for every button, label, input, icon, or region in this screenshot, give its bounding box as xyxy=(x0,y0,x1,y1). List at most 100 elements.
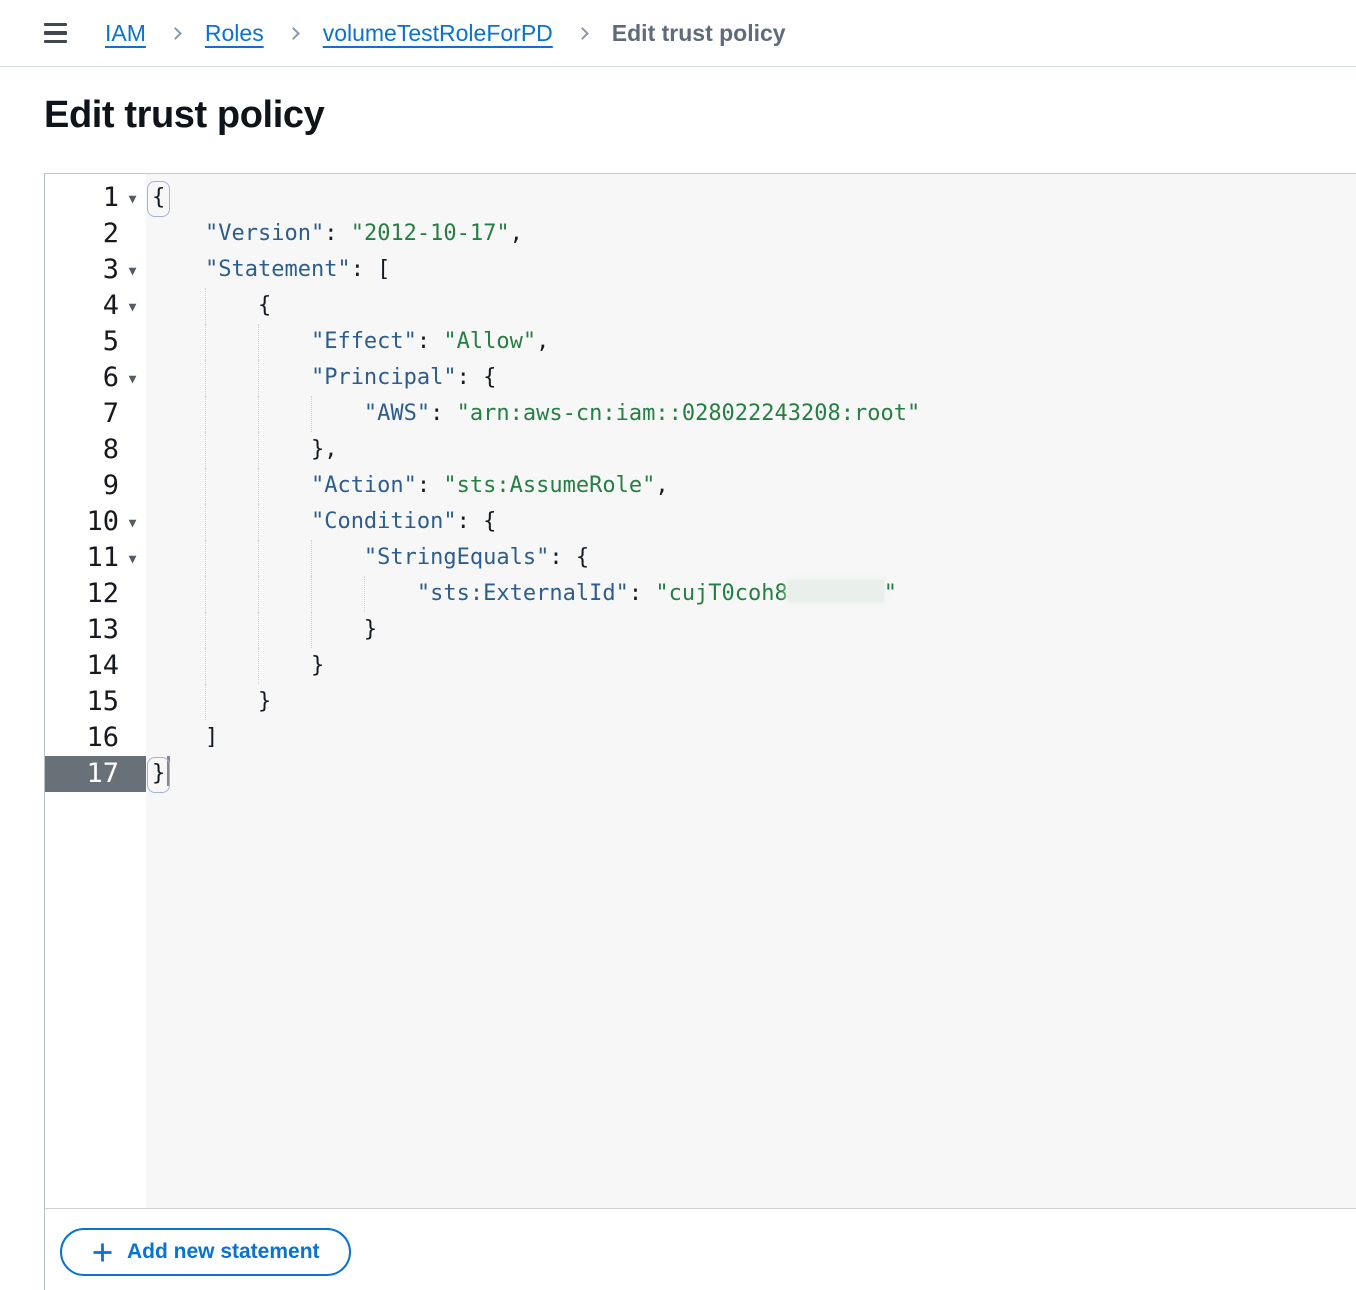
indent-guide xyxy=(258,468,259,504)
fold-arrow-empty xyxy=(119,593,146,596)
json-punctuation: ] xyxy=(205,725,218,750)
code-line-content[interactable]: "Statement": [ xyxy=(146,252,1356,288)
indent-guide xyxy=(258,504,259,540)
indent-guide xyxy=(205,288,206,324)
line-number-gutter[interactable]: 13 xyxy=(45,612,146,648)
indent-guide xyxy=(258,360,259,396)
indent-guide xyxy=(364,576,365,612)
line-number-gutter[interactable]: 1▼ xyxy=(45,180,146,216)
fold-arrow-icon[interactable]: ▼ xyxy=(119,549,146,567)
json-punctuation: : xyxy=(324,221,351,246)
json-key: "sts:ExternalId" xyxy=(417,581,629,606)
code-line: 1▼{ xyxy=(45,180,1356,216)
code-line-content[interactable]: } xyxy=(146,684,1356,720)
code-line: 15 } xyxy=(45,684,1356,720)
fold-arrow-icon[interactable]: ▼ xyxy=(119,261,146,279)
line-number-gutter[interactable]: 7 xyxy=(45,396,146,432)
line-number-gutter[interactable]: 10▼ xyxy=(45,504,146,540)
indent-guide xyxy=(205,432,206,468)
code-line-content[interactable]: "Effect": "Allow", xyxy=(146,324,1356,360)
code-line-content[interactable]: { xyxy=(146,180,1356,216)
add-new-statement-button[interactable]: Add new statement xyxy=(60,1228,351,1276)
code-line-content[interactable]: } xyxy=(146,648,1356,684)
indent-guide xyxy=(311,612,312,648)
breadcrumb-item-volumetestroleforpd[interactable]: volumeTestRoleForPD xyxy=(323,20,553,47)
json-value: " xyxy=(884,581,897,606)
code-editor-area[interactable]: 1▼{2 "Version": "2012-10-17",3▼ "Stateme… xyxy=(45,174,1356,1208)
code-line-content[interactable]: "Action": "sts:AssumeRole", xyxy=(146,468,1356,504)
fold-arrow-empty xyxy=(119,701,146,704)
line-number-gutter[interactable]: 12 xyxy=(45,576,146,612)
code-line: 9 "Action": "sts:AssumeRole", xyxy=(45,468,1356,504)
line-number-gutter[interactable]: 11▼ xyxy=(45,540,146,576)
code-line-content[interactable]: "sts:ExternalId": "cujT0coh8" xyxy=(146,576,1356,612)
line-number-gutter[interactable]: 5 xyxy=(45,324,146,360)
fold-arrow-icon[interactable]: ▼ xyxy=(119,369,146,387)
editor-rows: 1▼{2 "Version": "2012-10-17",3▼ "Stateme… xyxy=(45,180,1356,792)
code-line: 10▼ "Condition": { xyxy=(45,504,1356,540)
line-number: 13 xyxy=(45,612,119,648)
line-number-gutter[interactable]: 3▼ xyxy=(45,252,146,288)
line-number-gutter[interactable]: 14 xyxy=(45,648,146,684)
code-line: 11▼ "StringEquals": { xyxy=(45,540,1356,576)
line-number-gutter[interactable]: 15 xyxy=(45,684,146,720)
json-value: "cujT0coh8 xyxy=(655,581,787,606)
code-line: 8 }, xyxy=(45,432,1356,468)
line-number: 16 xyxy=(45,720,119,756)
indent-guide xyxy=(205,684,206,720)
code-line-content[interactable]: "Principal": { xyxy=(146,360,1356,396)
json-value: "arn:aws-cn:iam::028022243208:root" xyxy=(457,401,921,426)
page-title: Edit trust policy xyxy=(44,94,324,137)
code-line: 2 "Version": "2012-10-17", xyxy=(45,216,1356,252)
code-line: 3▼ "Statement": [ xyxy=(45,252,1356,288)
code-line-content[interactable]: ] xyxy=(146,720,1356,756)
indent-guide xyxy=(205,648,206,684)
fold-arrow-icon[interactable]: ▼ xyxy=(119,297,146,315)
json-punctuation: : xyxy=(417,329,444,354)
code-line-content[interactable]: "Version": "2012-10-17", xyxy=(146,216,1356,252)
code-line-content[interactable]: "Condition": { xyxy=(146,504,1356,540)
breadcrumb-item-roles[interactable]: Roles xyxy=(205,20,264,47)
json-value: "sts:AssumeRole" xyxy=(443,473,655,498)
json-key: "Effect" xyxy=(311,329,417,354)
matched-bracket: } xyxy=(152,761,165,786)
json-punctuation: : { xyxy=(549,545,589,570)
line-number: 2 xyxy=(45,216,119,252)
line-number: 15 xyxy=(45,684,119,720)
fold-arrow-icon[interactable]: ▼ xyxy=(119,189,146,207)
json-punctuation: } xyxy=(364,617,377,642)
code-line: 17} xyxy=(45,756,1356,792)
line-number-gutter[interactable]: 6▼ xyxy=(45,360,146,396)
breadcrumb-item-iam[interactable]: IAM xyxy=(105,20,146,47)
line-number-gutter[interactable]: 9 xyxy=(45,468,146,504)
breadcrumb: IAMRolesvolumeTestRoleForPDEdit trust po… xyxy=(105,20,786,47)
policy-editor: 1▼{2 "Version": "2012-10-17",3▼ "Stateme… xyxy=(44,173,1356,1290)
line-number-gutter[interactable]: 2 xyxy=(45,216,146,252)
fold-arrow-icon[interactable]: ▼ xyxy=(119,513,146,531)
redacted-text xyxy=(788,580,884,602)
line-number-gutter[interactable]: 17 xyxy=(45,756,146,792)
line-number: 4 xyxy=(45,288,119,324)
indent-guide xyxy=(258,612,259,648)
breadcrumb-chevron-icon xyxy=(576,27,589,40)
code-line-content[interactable]: { xyxy=(146,288,1356,324)
line-number: 12 xyxy=(45,576,119,612)
hamburger-icon[interactable] xyxy=(44,22,68,44)
indent-guide xyxy=(311,396,312,432)
code-line-content[interactable]: } xyxy=(146,612,1356,648)
code-line-content[interactable]: } xyxy=(146,756,1356,792)
code-line: 4▼ { xyxy=(45,288,1356,324)
code-line-content[interactable]: "AWS": "arn:aws-cn:iam::028022243208:roo… xyxy=(146,396,1356,432)
line-number-gutter[interactable]: 16 xyxy=(45,720,146,756)
line-number: 14 xyxy=(45,648,119,684)
code-line-content[interactable]: "StringEquals": { xyxy=(146,540,1356,576)
code-line-content[interactable]: }, xyxy=(146,432,1356,468)
indent-guide xyxy=(205,612,206,648)
line-number-gutter[interactable]: 8 xyxy=(45,432,146,468)
line-number-gutter[interactable]: 4▼ xyxy=(45,288,146,324)
json-value: "Allow" xyxy=(443,329,536,354)
indent-guide xyxy=(205,576,206,612)
fold-arrow-empty xyxy=(119,341,146,344)
fold-arrow-empty xyxy=(119,773,146,776)
fold-arrow-empty xyxy=(119,737,146,740)
